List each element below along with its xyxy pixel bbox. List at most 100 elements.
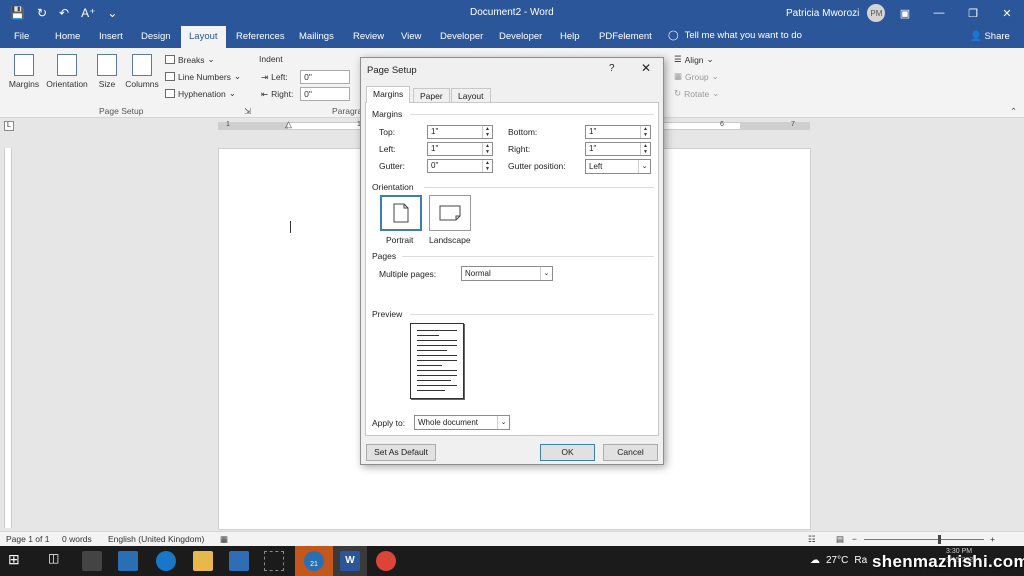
bottom-margin-input[interactable]: 1" ▲ ▼ xyxy=(585,125,651,139)
spinner-arrows-icon[interactable]: ▲ ▼ xyxy=(640,126,650,138)
tab-selector[interactable]: L xyxy=(4,121,14,131)
spinner-arrows-icon[interactable]: ▲ ▼ xyxy=(482,143,492,155)
columns-button[interactable]: Columns xyxy=(123,54,161,89)
share-button[interactable]: 👤 Share xyxy=(970,31,1010,42)
ribbon-display-icon[interactable]: ▣ xyxy=(888,0,922,26)
document-title: Document2 - Word xyxy=(470,7,554,18)
windows-start-icon[interactable]: ⊞ xyxy=(8,551,28,571)
app-icon[interactable] xyxy=(229,551,249,571)
orientation-button[interactable]: Orientation xyxy=(44,54,90,89)
tab-design[interactable]: Design xyxy=(141,31,171,42)
chrome-icon[interactable] xyxy=(376,551,396,571)
tab-home[interactable]: Home xyxy=(55,31,80,42)
ok-button[interactable]: OK xyxy=(540,444,595,461)
indent-left-label: Left: xyxy=(271,72,288,82)
indent-left-input[interactable]: 0" xyxy=(300,70,351,84)
orientation-icon xyxy=(57,54,77,76)
tell-me-search[interactable]: ◯ Tell me what you want to do xyxy=(668,30,802,41)
store-icon[interactable] xyxy=(82,551,102,571)
autosave-icon[interactable]: ↻ xyxy=(37,6,47,20)
zoom-slider[interactable] xyxy=(864,539,984,540)
collapse-ribbon-icon[interactable]: ⌃ xyxy=(1010,106,1017,117)
restore-icon[interactable]: ❐ xyxy=(956,0,990,26)
zoom-in-icon[interactable]: + xyxy=(990,534,995,544)
print-layout-icon[interactable]: ▤ xyxy=(836,534,844,545)
app-badge-icon[interactable]: 21 xyxy=(304,551,324,571)
rotate-button[interactable]: ↻ Rotate ⌄ xyxy=(674,88,719,99)
zoom-out-icon[interactable]: − xyxy=(852,534,857,544)
spinner-arrows-icon[interactable]: ▲ ▼ xyxy=(482,160,492,172)
read-aloud-icon[interactable]: A⁺ xyxy=(81,6,95,20)
tab-layout[interactable]: Layout xyxy=(181,26,226,48)
snipping-tool-icon[interactable] xyxy=(264,551,284,571)
group-button[interactable]: ▦ Group ⌄ xyxy=(674,71,719,82)
close-icon[interactable]: ✕ xyxy=(990,0,1024,26)
hyphenation-button[interactable]: Hyphenation ⌄ xyxy=(165,88,236,99)
breaks-button[interactable]: Breaks ⌄ xyxy=(165,54,215,65)
tab-developer[interactable]: Developer xyxy=(440,31,483,42)
tab-view[interactable]: View xyxy=(401,31,421,42)
language[interactable]: English (United Kingdom) xyxy=(108,534,204,544)
minimize-icon[interactable]: — xyxy=(922,0,956,26)
undo-icon[interactable]: ↶ xyxy=(59,6,69,20)
page-count[interactable]: Page 1 of 1 xyxy=(6,534,49,544)
spinner-arrows-icon[interactable]: ▲ ▼ xyxy=(640,143,650,155)
margins-button[interactable]: Margins xyxy=(7,54,41,89)
tab-insert[interactable]: Insert xyxy=(99,31,123,42)
edge-icon[interactable] xyxy=(156,551,176,571)
portrait-option[interactable] xyxy=(380,195,422,231)
tab-references[interactable]: References xyxy=(236,31,285,42)
left-margin-input[interactable]: 1" ▲ ▼ xyxy=(427,142,493,156)
avatar[interactable]: PM xyxy=(867,4,886,22)
section-divider xyxy=(410,314,654,315)
zoom-slider-thumb[interactable] xyxy=(938,535,941,544)
tab-review[interactable]: Review xyxy=(353,31,384,42)
landscape-option[interactable] xyxy=(429,195,471,231)
indent-right-input[interactable]: 0" xyxy=(300,87,351,101)
multiple-pages-label: Multiple pages: xyxy=(379,269,437,279)
weather-widget[interactable]: ☁ 27°C Ra xyxy=(810,555,867,566)
multiple-pages-select[interactable]: Normal ⌄ xyxy=(461,266,553,281)
gutter-position-select[interactable]: Left ⌄ xyxy=(585,159,651,174)
close-icon[interactable]: ✕ xyxy=(641,61,651,75)
set-as-default-button[interactable]: Set As Default xyxy=(366,444,436,461)
tab-file[interactable]: File xyxy=(14,31,29,42)
customize-qat-icon[interactable]: ⌄ xyxy=(107,6,117,20)
word-icon[interactable]: W xyxy=(340,551,360,571)
size-label: Size xyxy=(98,79,116,89)
tab-help[interactable]: Help xyxy=(560,31,580,42)
page-setup-launcher-icon[interactable]: ⇲ xyxy=(244,106,251,117)
user-account[interactable]: Patricia Mworozi PM xyxy=(786,4,886,22)
help-button[interactable]: ? xyxy=(609,63,615,74)
read-mode-icon[interactable]: ☷ xyxy=(808,534,816,545)
tab-mailings[interactable]: Mailings xyxy=(299,31,334,42)
macro-icon[interactable]: ▦ xyxy=(220,534,228,545)
tell-me-text: Tell me what you want to do xyxy=(684,30,802,41)
word-count[interactable]: 0 words xyxy=(62,534,92,544)
margins-section-title: Margins xyxy=(372,109,403,119)
mail-icon[interactable] xyxy=(118,551,138,571)
tab-developer-2[interactable]: Developer xyxy=(499,31,542,42)
indent-marker-icon[interactable]: △ xyxy=(285,119,292,130)
right-margin-input[interactable]: 1" ▲ ▼ xyxy=(585,142,651,156)
size-button[interactable]: Size xyxy=(94,54,120,89)
tab-paper[interactable]: Paper xyxy=(413,88,450,103)
line-numbers-button[interactable]: Line Numbers ⌄ xyxy=(165,71,241,82)
task-view-icon[interactable]: ◫ xyxy=(48,551,68,571)
landscape-page-icon xyxy=(439,205,461,221)
tab-layout-dialog[interactable]: Layout xyxy=(451,88,491,103)
landscape-label[interactable]: Landscape xyxy=(429,235,471,245)
file-explorer-icon[interactable] xyxy=(193,551,213,571)
portrait-label[interactable]: Portrait xyxy=(386,235,413,245)
gutter-input[interactable]: 0" ▲ ▼ xyxy=(427,159,493,173)
tab-pdfelement[interactable]: PDFelement xyxy=(599,31,652,42)
quick-access-toolbar: 💾 ↻ ↶ A⁺ ⌄ xyxy=(0,6,117,20)
apply-to-select[interactable]: Whole document ⌄ xyxy=(414,415,510,430)
align-button[interactable]: ☰ Align ⌄ xyxy=(674,54,714,65)
tab-margins[interactable]: Margins xyxy=(366,86,411,103)
save-icon[interactable]: 💾 xyxy=(10,6,25,20)
top-margin-input[interactable]: 1" ▲ ▼ xyxy=(427,125,493,139)
cancel-button[interactable]: Cancel xyxy=(603,444,658,461)
temperature: 27°C xyxy=(826,555,849,566)
spinner-arrows-icon[interactable]: ▲ ▼ xyxy=(482,126,492,138)
